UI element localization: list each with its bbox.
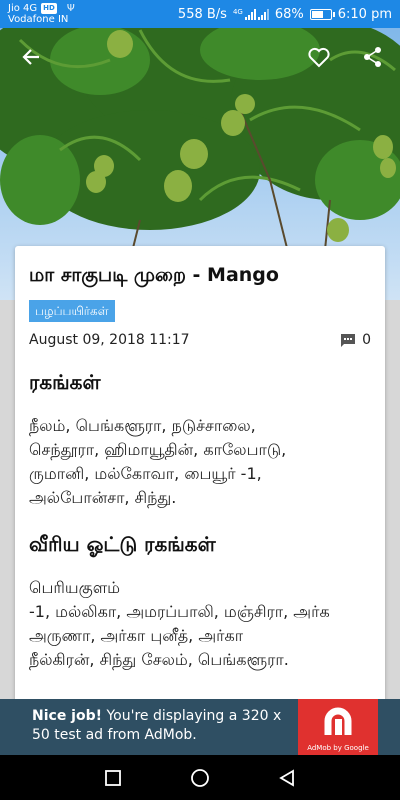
back-arrow-icon[interactable]: [16, 42, 46, 72]
article-card: மா சாகுபடி முறை - Mango பழப்பயிர்கள் Aug…: [15, 246, 385, 706]
heart-icon[interactable]: [304, 42, 334, 72]
network-type: 4G: [232, 7, 243, 16]
square-icon: [105, 769, 122, 786]
article-meta: August 09, 2018 11:17 0: [29, 332, 371, 348]
post-date: August 09, 2018 11:17: [29, 332, 190, 348]
signal-icon: 4G: [232, 7, 269, 20]
section-text-hybrids: பெரியகுளம் -1, மல்லிகா, அமரப்பாலி, மஞ்சி…: [29, 578, 330, 669]
ad-bold-text: Nice job!: [32, 708, 103, 724]
clock: 6:10 pm: [337, 6, 392, 22]
comment-count: 0: [362, 332, 371, 348]
comment-icon: [341, 333, 356, 347]
system-nav-bar: [0, 755, 400, 800]
admob-caption: AdMob by Google: [307, 744, 369, 752]
back-button[interactable]: [275, 766, 299, 790]
carrier-info: Jio 4G HD Ψ Vodafone IN: [8, 3, 75, 25]
ad-banner[interactable]: Nice job! You're displaying a 320 x 50 t…: [0, 699, 400, 755]
home-button[interactable]: [188, 766, 212, 790]
article-title: மா சாகுபடி முறை - Mango: [29, 264, 279, 286]
hd-badge: HD: [41, 3, 57, 14]
admob-icon: [324, 707, 352, 735]
comments-button[interactable]: 0: [340, 332, 371, 348]
recents-button[interactable]: [101, 766, 125, 790]
triangle-back-icon: [278, 768, 294, 787]
section-heading-hybrids: வீரிய ஓட்டு ரகங்கள்: [29, 532, 216, 556]
battery-icon: [309, 8, 335, 20]
share-icon[interactable]: [358, 42, 388, 72]
ad-text: Nice job! You're displaying a 320 x 50 t…: [0, 699, 298, 755]
status-bar: Jio 4G HD Ψ Vodafone IN 558 B/s 4G 68% 6…: [0, 0, 400, 28]
section-text-varieties: நீலம், பெங்களூரா, நடுச்சாலை, செந்தூரா, ஹ…: [29, 416, 287, 507]
usb-icon: Ψ: [66, 3, 75, 14]
carrier-secondary: Vodafone IN: [8, 14, 69, 25]
carrier-primary: Jio 4G: [8, 3, 38, 14]
circle-icon: [191, 768, 209, 787]
admob-logo: AdMob by Google: [298, 699, 378, 755]
battery-percent: 68%: [274, 6, 304, 22]
network-speed: 558 B/s: [177, 6, 227, 22]
section-heading-varieties: ரகங்கள்: [29, 370, 101, 394]
category-tag[interactable]: பழப்பயிர்கள்: [29, 300, 115, 322]
